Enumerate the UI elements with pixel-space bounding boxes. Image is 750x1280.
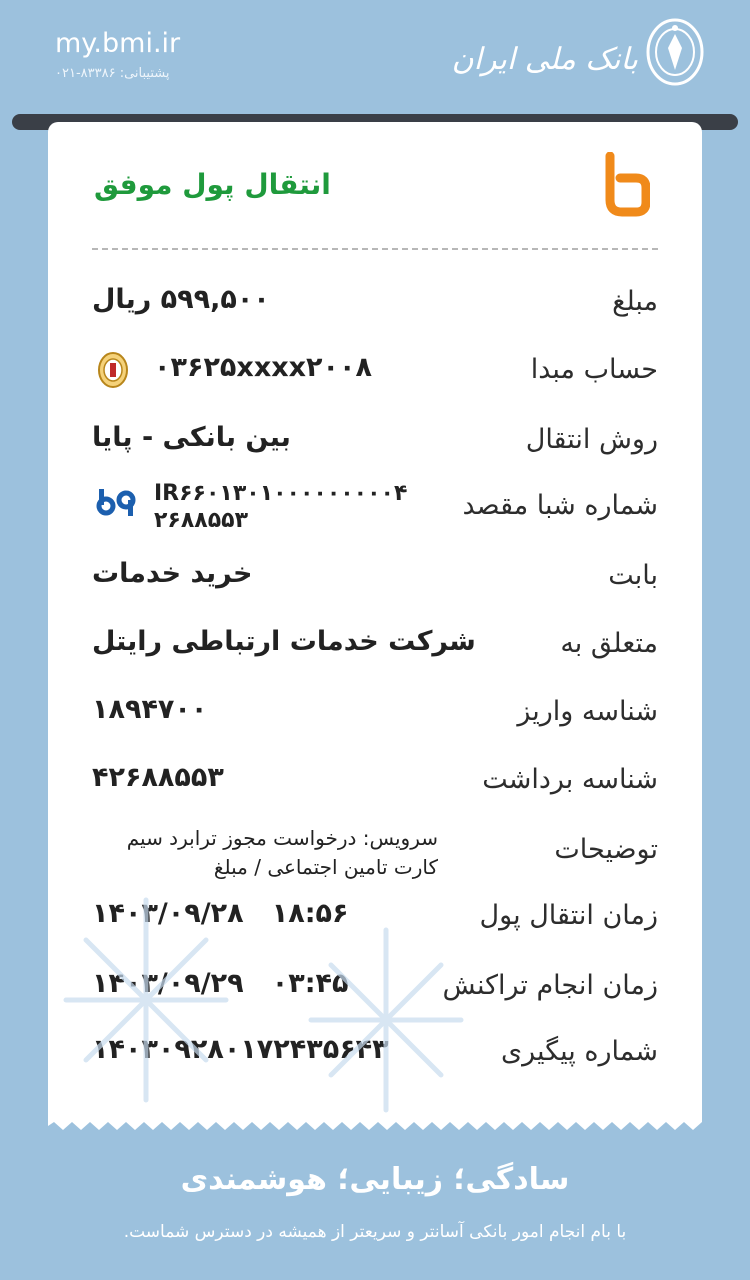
row-label: حساب مبدا: [530, 354, 658, 385]
row-value: IR۶۶۰۱۳۰۱۰۰۰۰۰۰۰۰۰۴ ۲۶۸۸۵۵۳: [154, 481, 408, 533]
support-phone: پشتیبانی: ۸۳۳۸۶-۰۲۱: [55, 66, 170, 81]
row-label: بابت: [608, 560, 658, 591]
bmi-emblem-icon: [646, 18, 704, 86]
divider: [92, 248, 658, 250]
header: my.bmi.ir پشتیبانی: ۸۳۳۸۶-۰۲۱ بانک ملی ا…: [0, 0, 750, 110]
receipt-title: انتقال پول موفق: [94, 168, 331, 201]
row-label: شماره پیگیری: [501, 1036, 658, 1067]
bam-logo-icon: [605, 152, 650, 217]
destination-bank-icon: [96, 489, 136, 516]
row-value: خرید خدمات: [92, 558, 253, 589]
row-value: ۱۸۹۴۷۰۰: [92, 694, 208, 725]
row-label: مبلغ: [612, 286, 658, 317]
row-value: ۴۲۶۸۸۵۵۳: [92, 762, 224, 793]
footer-subtitle: با بام انجام امور بانکی آسانتر و سریعتر …: [123, 1222, 627, 1242]
footer-slogan: سادگی؛ زیبایی؛ هوشمندی: [180, 1162, 570, 1197]
bank-name: بانک ملی ایران: [451, 42, 638, 77]
row-label: شماره شبا مقصد: [462, 490, 658, 521]
row-value: شرکت خدمات ارتباطی رایتل: [92, 626, 476, 657]
row-value: بین بانکی - پایا: [92, 422, 291, 453]
bmi-small-icon: [98, 352, 128, 388]
snowflake-decoration: [63, 897, 464, 1113]
row-value: ۵۹۹,۵۰۰ ریال: [92, 284, 270, 315]
row-value: ۰۳۶۲۵xxxx۲۰۰۸: [154, 352, 372, 383]
row-label: شناسه برداشت: [482, 764, 658, 795]
row-label: زمان انتقال پول: [479, 900, 658, 931]
row-label: روش انتقال: [525, 424, 658, 455]
website-url[interactable]: my.bmi.ir: [55, 28, 180, 59]
row-label: شناسه واریز: [517, 696, 658, 727]
row-label: توضیحات: [554, 834, 658, 865]
row-value: سرویس: درخواست مجوز ترابرد سیم کارت تامی…: [126, 826, 438, 879]
row-label: متعلق به: [560, 628, 658, 659]
